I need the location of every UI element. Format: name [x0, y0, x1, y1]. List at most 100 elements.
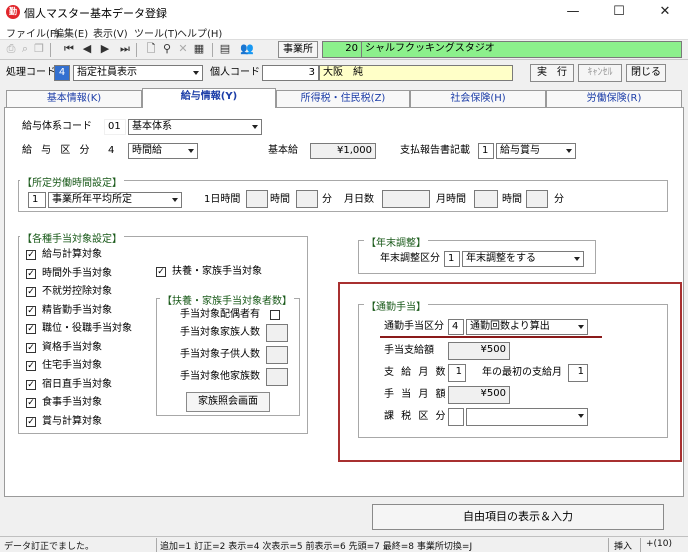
menu-help[interactable]: ヘルプ(H) [177, 25, 222, 40]
minutes-label-2: 分 [554, 194, 564, 205]
next-record-icon[interactable]: ▶ [98, 42, 112, 56]
work-hours-title: 【所定労働時間設定】 [20, 174, 124, 189]
toolbar-separator [136, 43, 137, 57]
salary-system-label: 給与体系コード [22, 121, 92, 132]
people-icon[interactable]: 👥 [238, 42, 256, 56]
month-hours-label: 月時間 [436, 194, 466, 205]
allowance-label: 宿日直手当対象 [42, 378, 112, 390]
commute-months-label: 支 給 月 数 [384, 367, 448, 378]
allowance-checkbox[interactable]: ✓ [26, 398, 36, 408]
menu-view[interactable]: 表示(V) [93, 25, 128, 40]
status-message: データ訂正でました。 [4, 542, 95, 552]
month-minutes-input[interactable] [526, 190, 548, 208]
status-bar: データ訂正でました。 追加=1 訂正=2 表示=4 次表示=5 前表示=6 先頭… [0, 536, 688, 552]
commute-first-month-label: 年の最初の支給月 [482, 367, 562, 378]
month-days-input[interactable] [382, 190, 430, 208]
commute-pay-label: 手当支給額 [384, 345, 434, 356]
base-salary-value: ¥1,000 [310, 143, 376, 159]
status-separator [156, 538, 157, 552]
maximize-button[interactable]: ☐ [596, 0, 642, 24]
commute-underline [380, 336, 602, 338]
toolbar-separator [50, 43, 51, 57]
report-code[interactable]: 1 [478, 143, 494, 159]
month-hours-input[interactable] [474, 190, 498, 208]
day-minutes-input[interactable] [296, 190, 318, 208]
allowance-checkbox[interactable]: ✓ [26, 305, 36, 316]
work-hours-select[interactable]: 事業所年平均所定 [48, 192, 182, 208]
commute-type-select[interactable]: 通勤回数より算出 [466, 319, 588, 335]
family-inquiry-button[interactable]: 家族照会画面 [186, 392, 270, 412]
tax-class-code[interactable] [448, 408, 464, 426]
cancel-button[interactable]: ｷｬﾝｾﾙ [578, 64, 622, 82]
tab-social-insurance[interactable]: 社会保険(H) [410, 90, 546, 107]
menu-file[interactable]: ファイル(F) [6, 25, 60, 40]
spouse-checkbox[interactable] [270, 310, 280, 320]
allowance-checkbox[interactable]: ✓ [26, 324, 36, 334]
commute-months-input[interactable]: 1 [448, 364, 466, 382]
salary-class-code[interactable]: 4 [104, 143, 126, 159]
allowance-checkbox[interactable]: ✓ [26, 342, 36, 353]
office-button[interactable]: 事業所 [278, 41, 318, 58]
commute-monthly-value: ¥500 [448, 386, 510, 404]
execute-button[interactable]: 実 行 [530, 64, 574, 82]
menu-tools[interactable]: ツール(T) [134, 25, 178, 40]
others-count-input[interactable] [266, 368, 288, 386]
salary-class-select[interactable]: 時間給 [128, 143, 198, 159]
tab-salary[interactable]: 給与情報(Y) [142, 88, 276, 108]
toolbar-separator [212, 43, 213, 57]
status-separator [608, 538, 609, 552]
preview-icon[interactable]: ⌕ [18, 42, 32, 56]
salary-system-select[interactable]: 基本体系 [128, 119, 262, 135]
tab-labor-insurance[interactable]: 労働保険(R) [546, 90, 682, 107]
commute-first-month-input[interactable]: 1 [568, 364, 588, 382]
table-icon[interactable]: ▦ [192, 42, 206, 56]
allowance-label: 精皆勤手当対象 [42, 304, 112, 316]
family-count-input[interactable] [266, 324, 288, 342]
allowance-checkbox[interactable]: ✓ [26, 268, 36, 279]
print-icon[interactable]: ⎙ [4, 42, 18, 56]
status-mode: 挿入 [614, 542, 633, 552]
copy-icon[interactable]: ❐ [32, 42, 46, 56]
tab-basic[interactable]: 基本情報(K) [6, 90, 142, 107]
delete-icon[interactable]: ✕ [176, 42, 190, 56]
menu-bar: ファイル(F) 編集(E) 表示(V) ツール(T) ヘルプ(H) [0, 24, 688, 40]
allowance-checkbox[interactable]: ✓ [26, 416, 36, 427]
year-end-select[interactable]: 年末調整をする [462, 251, 584, 267]
allowance-label: 資格手当対象 [42, 341, 102, 353]
tab-income-tax[interactable]: 所得税・住民税(Z) [276, 90, 410, 107]
binoculars-icon[interactable]: ⚲ [160, 42, 174, 56]
person-code-label: 個人コード [210, 67, 260, 78]
dependent-checkbox[interactable]: ✓ [156, 267, 166, 277]
office-name: シャルフクッキングスタジオ [361, 41, 682, 58]
proc-code-input[interactable]: 4 [54, 65, 70, 81]
calculator-icon[interactable]: ▤ [218, 42, 232, 56]
free-items-button[interactable]: 自由項目の表示＆入力 [372, 504, 664, 530]
year-end-code[interactable]: 1 [444, 251, 460, 267]
close-button[interactable]: 閉じる [626, 64, 666, 82]
commute-type-code[interactable]: 4 [448, 319, 464, 335]
new-document-icon[interactable]: 🗋 [144, 42, 158, 56]
allowance-checkbox[interactable]: ✓ [26, 361, 36, 371]
allowance-checkbox[interactable]: ✓ [26, 250, 36, 260]
commute-title: 【通勤手当】 [364, 298, 428, 313]
close-window-button[interactable]: ✕ [642, 0, 688, 24]
proc-code-select[interactable]: 指定社員表示 [73, 65, 203, 81]
allowance-checkbox[interactable]: ✓ [26, 287, 36, 297]
report-select[interactable]: 給与賞与 [496, 143, 576, 159]
menu-edit[interactable]: 編集(E) [54, 25, 88, 40]
family-count-label: 手当対象家族人数 [180, 327, 260, 338]
salary-system-code[interactable]: 01 [104, 119, 126, 135]
children-count-input[interactable] [266, 346, 288, 364]
day-hours-input[interactable] [246, 190, 268, 208]
last-record-icon[interactable]: ⏭ [118, 42, 132, 56]
person-code-input[interactable]: 3 [262, 65, 319, 81]
spouse-label: 手当対象配偶者有 [180, 309, 260, 320]
allowance-label: 給与計算対象 [42, 249, 102, 260]
prev-record-icon[interactable]: ◀ [80, 42, 94, 56]
minimize-button[interactable]: — [550, 0, 596, 24]
hours-label-2: 時間 [502, 194, 522, 205]
tax-class-select[interactable] [466, 408, 588, 426]
work-hours-code[interactable]: 1 [28, 192, 46, 208]
allowance-checkbox[interactable]: ✓ [26, 379, 36, 390]
first-record-icon[interactable]: ⏮ [62, 42, 76, 56]
